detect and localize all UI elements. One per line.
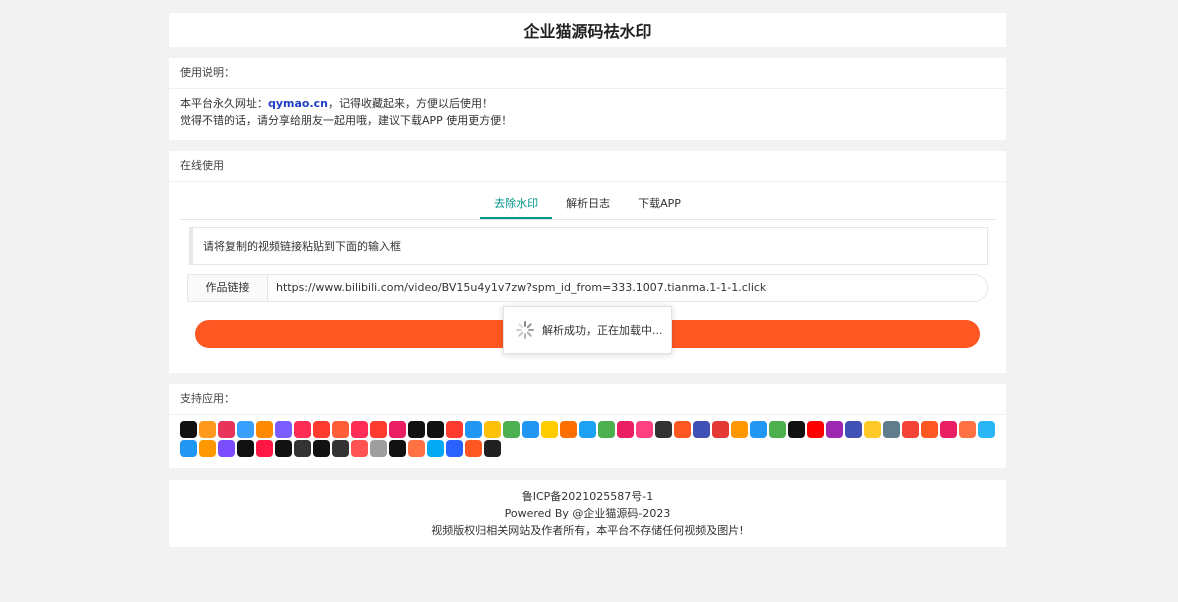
- app-icon: [959, 421, 976, 438]
- app-icon: [503, 421, 520, 438]
- app-icon: [427, 421, 444, 438]
- app-icon: [313, 440, 330, 457]
- app-icon: [484, 440, 501, 457]
- app-icon: [351, 421, 368, 438]
- app-icon: [408, 440, 425, 457]
- tab-parse-log[interactable]: 解析日志: [552, 191, 624, 219]
- apps-card: 支持应用：: [169, 384, 1006, 468]
- app-icon: [427, 440, 444, 457]
- app-icon: [826, 421, 843, 438]
- app-icon: [389, 440, 406, 457]
- tab-download-app[interactable]: 下载APP: [624, 191, 695, 219]
- app-icon: [180, 421, 197, 438]
- app-icon: [465, 421, 482, 438]
- app-icon: [408, 421, 425, 438]
- app-icon: [256, 421, 273, 438]
- notice-line-1-suffix: ，记得收藏起来，方便以后使用！: [328, 97, 494, 110]
- loading-toast: 解析成功，正在加载中...: [503, 306, 672, 354]
- app-icon: [522, 421, 539, 438]
- input-hint: 请将复制的视频链接粘贴到下面的输入框: [189, 227, 988, 265]
- app-icon: [237, 421, 254, 438]
- loading-spinner-icon: [516, 321, 534, 339]
- app-icon: [845, 421, 862, 438]
- tab-remove-watermark[interactable]: 去除水印: [480, 191, 553, 219]
- app-icon: [579, 421, 596, 438]
- app-icon: [218, 440, 235, 457]
- notice-line-1: 本平台永久网址：qymao.cn，记得收藏起来，方便以后使用！: [180, 95, 995, 112]
- online-heading: 在线使用: [169, 151, 1006, 182]
- app-icon: [636, 421, 653, 438]
- app-icon: [978, 421, 995, 438]
- video-link-input[interactable]: [267, 274, 988, 302]
- header-card: 企业猫源码祛水印: [169, 13, 1006, 47]
- app-icon: [864, 421, 881, 438]
- app-icon: [883, 421, 900, 438]
- app-icon: [332, 421, 349, 438]
- app-icon: [256, 440, 273, 457]
- app-icon: [389, 421, 406, 438]
- app-icon: [712, 421, 729, 438]
- app-icon: [294, 440, 311, 457]
- app-icon: [370, 440, 387, 457]
- app-icon: [332, 440, 349, 457]
- app-icon: [921, 421, 938, 438]
- app-icon: [351, 440, 368, 457]
- app-icon: [237, 440, 254, 457]
- app-icon: [617, 421, 634, 438]
- app-icon: [769, 421, 786, 438]
- app-icon: [275, 440, 292, 457]
- app-icon: [370, 421, 387, 438]
- icp-text[interactable]: 鲁ICP备2021025587号-1: [169, 488, 1006, 505]
- tab-bar: 去除水印 解析日志 下载APP: [180, 191, 995, 220]
- notice-line-2: 觉得不错的话，请分享给朋友一起用哦，建议下载APP 使用更方便！: [180, 114, 513, 127]
- app-icon: [180, 440, 197, 457]
- app-icon: [731, 421, 748, 438]
- app-icon: [902, 421, 919, 438]
- notice-card: 使用说明： 本平台永久网址：qymao.cn，记得收藏起来，方便以后使用！ 觉得…: [169, 58, 1006, 140]
- app-icon: [294, 421, 311, 438]
- app-icon-grid: [169, 415, 1011, 463]
- app-icon: [446, 421, 463, 438]
- footer-card: 鲁ICP备2021025587号-1 Powered By @企业猫源码-202…: [169, 480, 1006, 547]
- apps-heading: 支持应用：: [169, 384, 1006, 415]
- app-icon: [655, 421, 672, 438]
- app-icon: [750, 421, 767, 438]
- app-icon: [541, 421, 558, 438]
- app-icon: [465, 440, 482, 457]
- link-input-row: 作品链接: [187, 274, 988, 302]
- powered-by-text: Powered By @企业猫源码-2023: [504, 507, 671, 520]
- app-icon: [218, 421, 235, 438]
- app-icon: [199, 421, 216, 438]
- notice-body: 本平台永久网址：qymao.cn，记得收藏起来，方便以后使用！ 觉得不错的话，请…: [169, 89, 1006, 135]
- link-input-label: 作品链接: [187, 274, 267, 302]
- page-title: 企业猫源码祛水印: [523, 22, 652, 41]
- app-icon: [674, 421, 691, 438]
- disclaimer-text: 视频版权归相关网站及作者所有，本平台不存储任何视频及图片!: [431, 524, 744, 537]
- app-icon: [275, 421, 292, 438]
- notice-line-1-prefix: 本平台永久网址：: [180, 97, 268, 110]
- app-icon: [788, 421, 805, 438]
- app-icon: [313, 421, 330, 438]
- app-icon: [807, 421, 824, 438]
- app-icon: [693, 421, 710, 438]
- notice-heading: 使用说明：: [169, 58, 1006, 89]
- loading-text: 解析成功，正在加载中...: [542, 324, 663, 337]
- app-icon: [940, 421, 957, 438]
- app-icon: [484, 421, 501, 438]
- app-icon: [446, 440, 463, 457]
- site-url-link[interactable]: qymao.cn: [268, 97, 328, 110]
- app-icon: [598, 421, 615, 438]
- app-icon: [560, 421, 577, 438]
- app-icon: [199, 440, 216, 457]
